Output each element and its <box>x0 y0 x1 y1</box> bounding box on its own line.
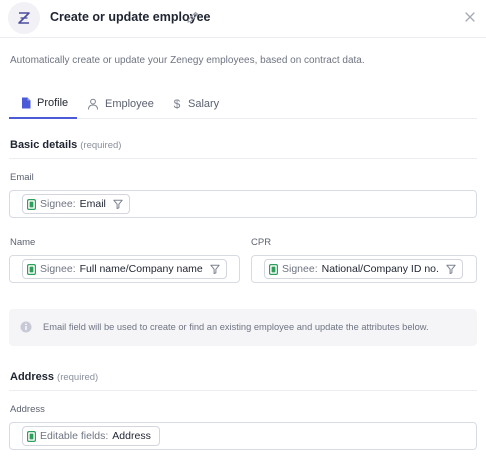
basic-details-required: (required) <box>80 140 122 151</box>
chip-prefix: Signee: <box>40 198 76 210</box>
address-required: (required) <box>57 372 99 383</box>
dialog-header: Create or update employee <box>0 0 486 38</box>
tab-employee-label: Employee <box>105 97 154 110</box>
email-field[interactable]: Signee: Email <box>9 190 477 218</box>
editable-field-icon <box>27 430 36 442</box>
cpr-signee-chip[interactable]: Signee: National/Company ID no. <box>264 259 463 279</box>
email-signee-chip[interactable]: Signee: Email <box>22 194 130 214</box>
cpr-label: CPR <box>251 237 272 248</box>
address-label: Address <box>10 404 45 415</box>
filter-icon[interactable] <box>446 264 456 274</box>
tab-bar: Profile Employee $ Salary <box>9 88 477 119</box>
address-editable-chip[interactable]: Editable fields: Address <box>22 426 160 446</box>
person-icon <box>88 98 98 110</box>
chip-prefix: Signee: <box>40 263 76 275</box>
email-label: Email <box>10 172 34 183</box>
edit-pencil-icon[interactable] <box>186 10 200 24</box>
address-field[interactable]: Editable fields: Address <box>9 422 477 450</box>
document-icon <box>22 97 31 108</box>
chip-prefix: Editable fields: <box>40 430 109 442</box>
info-callout: Email field will be used to create or fi… <box>9 309 477 346</box>
signee-field-icon <box>27 198 36 210</box>
tab-employee[interactable]: Employee <box>87 88 154 119</box>
signee-field-icon <box>269 263 278 275</box>
name-signee-chip[interactable]: Signee: Full name/Company name <box>22 259 227 279</box>
section-divider <box>9 158 477 159</box>
chip-prefix: Signee: <box>282 263 318 275</box>
zenegy-logo <box>8 2 40 34</box>
address-heading: Address (required) <box>10 371 98 383</box>
dialog-description: Automatically create or update your Zene… <box>10 55 365 66</box>
section-divider <box>9 390 477 391</box>
name-field[interactable]: Signee: Full name/Company name <box>9 255 240 283</box>
tab-profile[interactable]: Profile <box>9 88 77 119</box>
name-label: Name <box>10 237 36 248</box>
chip-value: Address <box>112 430 151 442</box>
zenegy-logo-icon <box>18 12 30 24</box>
tab-profile-label: Profile <box>37 96 69 109</box>
basic-details-title: Basic details <box>10 139 78 151</box>
basic-details-heading: Basic details (required) <box>10 139 121 151</box>
tab-salary[interactable]: $ Salary <box>172 88 220 119</box>
close-icon[interactable] <box>463 10 477 24</box>
tab-salary-label: Salary <box>188 97 220 110</box>
chip-value: National/Company ID no. <box>321 263 439 275</box>
info-text: Email field will be used to create or fi… <box>43 322 429 332</box>
signee-field-icon <box>27 263 36 275</box>
address-title: Address <box>10 371 55 383</box>
cpr-field[interactable]: Signee: National/Company ID no. <box>251 255 477 283</box>
info-icon <box>20 321 32 333</box>
chip-value: Email <box>79 198 106 210</box>
dollar-icon: $ <box>173 96 181 111</box>
filter-icon[interactable] <box>113 199 123 209</box>
filter-icon[interactable] <box>210 264 220 274</box>
chip-value: Full name/Company name <box>79 263 203 275</box>
